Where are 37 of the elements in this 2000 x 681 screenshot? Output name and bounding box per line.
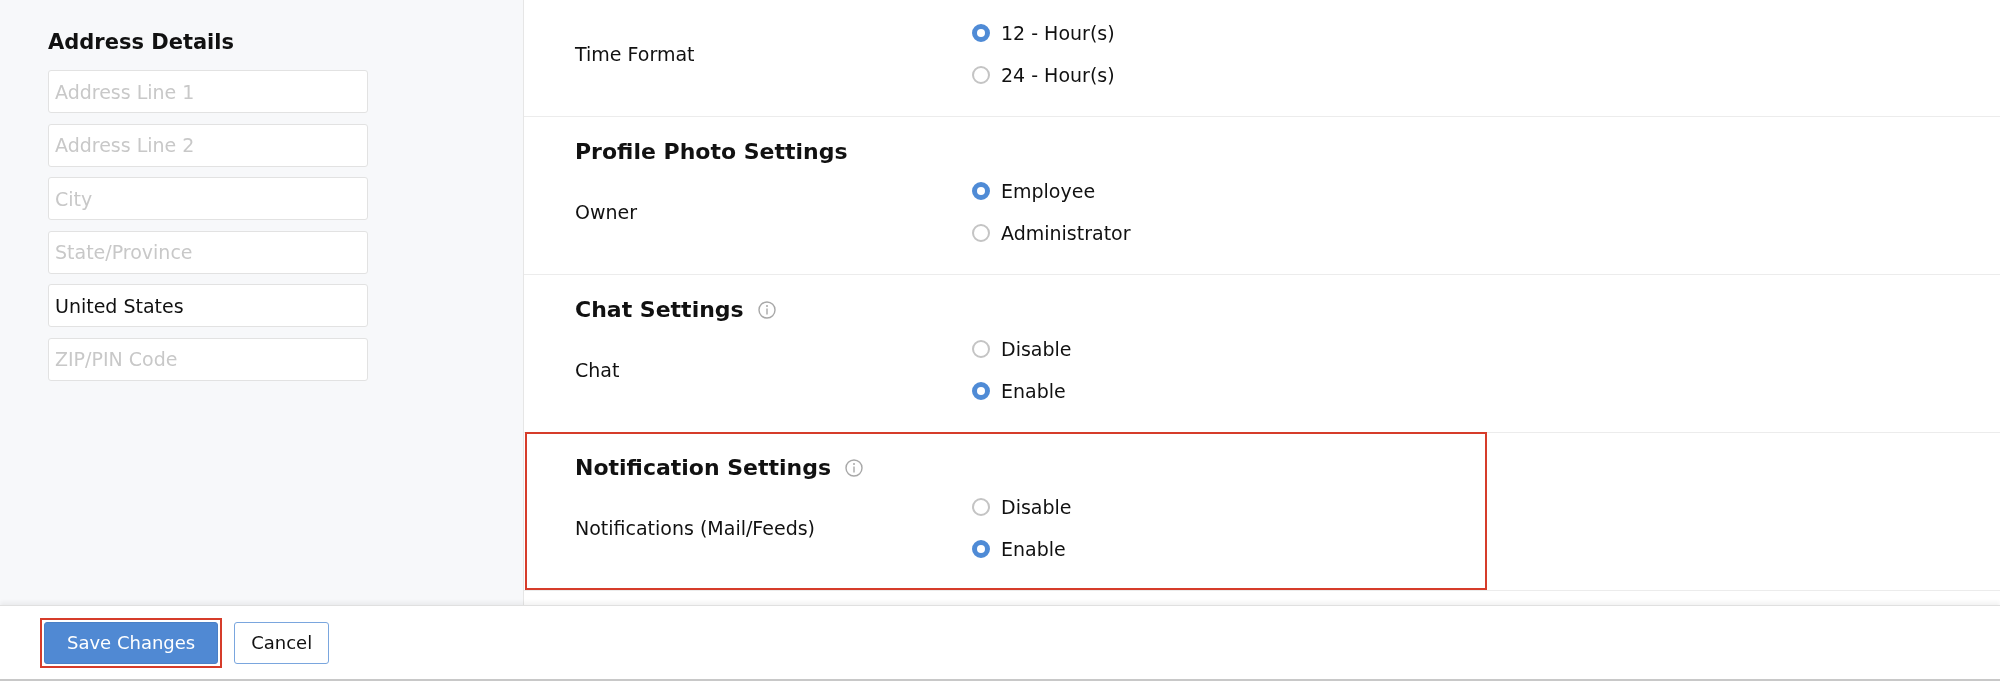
section-heading: Notification Settings bbox=[575, 455, 832, 480]
save-button[interactable]: Save Changes bbox=[44, 621, 219, 664]
option-label: 12 - Hour(s) bbox=[1001, 22, 1115, 44]
section-heading: Profile Photo Settings bbox=[575, 139, 848, 164]
radio-option[interactable]: Employee bbox=[972, 170, 1131, 212]
option-label: Disable bbox=[1001, 496, 1072, 518]
setting-label: Owner bbox=[575, 201, 639, 223]
option-label: Disable bbox=[1001, 338, 1072, 360]
radio-option[interactable]: Disable bbox=[972, 328, 1072, 370]
option-label: Enable bbox=[1001, 380, 1066, 402]
radio-option[interactable]: Enable bbox=[972, 528, 1072, 570]
radio-icon[interactable] bbox=[972, 24, 990, 42]
radio-option[interactable]: Administrator bbox=[972, 212, 1131, 254]
setting-label: Notifications (Mail/Feeds) bbox=[575, 517, 816, 539]
radio-icon[interactable] bbox=[972, 540, 990, 558]
info-icon[interactable] bbox=[845, 458, 864, 477]
option-label: Enable bbox=[1001, 538, 1066, 560]
radio-icon[interactable] bbox=[972, 224, 990, 242]
section-heading: Chat Settings bbox=[575, 297, 744, 322]
setting-label: Chat bbox=[575, 359, 621, 381]
radio-option[interactable]: 24 - Hour(s) bbox=[972, 54, 1115, 96]
radio-icon[interactable] bbox=[972, 66, 990, 84]
radio-option[interactable]: Disable bbox=[972, 486, 1072, 528]
radio-option[interactable]: 12 - Hour(s) bbox=[972, 12, 1115, 54]
option-label: Employee bbox=[1001, 180, 1096, 202]
cancel-button[interactable]: Cancel bbox=[234, 621, 330, 664]
option-label: Administrator bbox=[1001, 222, 1131, 244]
info-icon[interactable] bbox=[757, 300, 776, 319]
radio-option[interactable]: Enable bbox=[972, 370, 1072, 412]
setting-label: Time Format bbox=[575, 43, 696, 65]
radio-icon[interactable] bbox=[972, 182, 990, 200]
section-heading: Address Details bbox=[48, 30, 235, 54]
radio-icon[interactable] bbox=[972, 382, 990, 400]
radio-icon[interactable] bbox=[972, 340, 990, 358]
input-field[interactable]: United States bbox=[48, 284, 368, 327]
option-label: 24 - Hour(s) bbox=[1001, 64, 1115, 86]
radio-icon[interactable] bbox=[972, 498, 990, 516]
